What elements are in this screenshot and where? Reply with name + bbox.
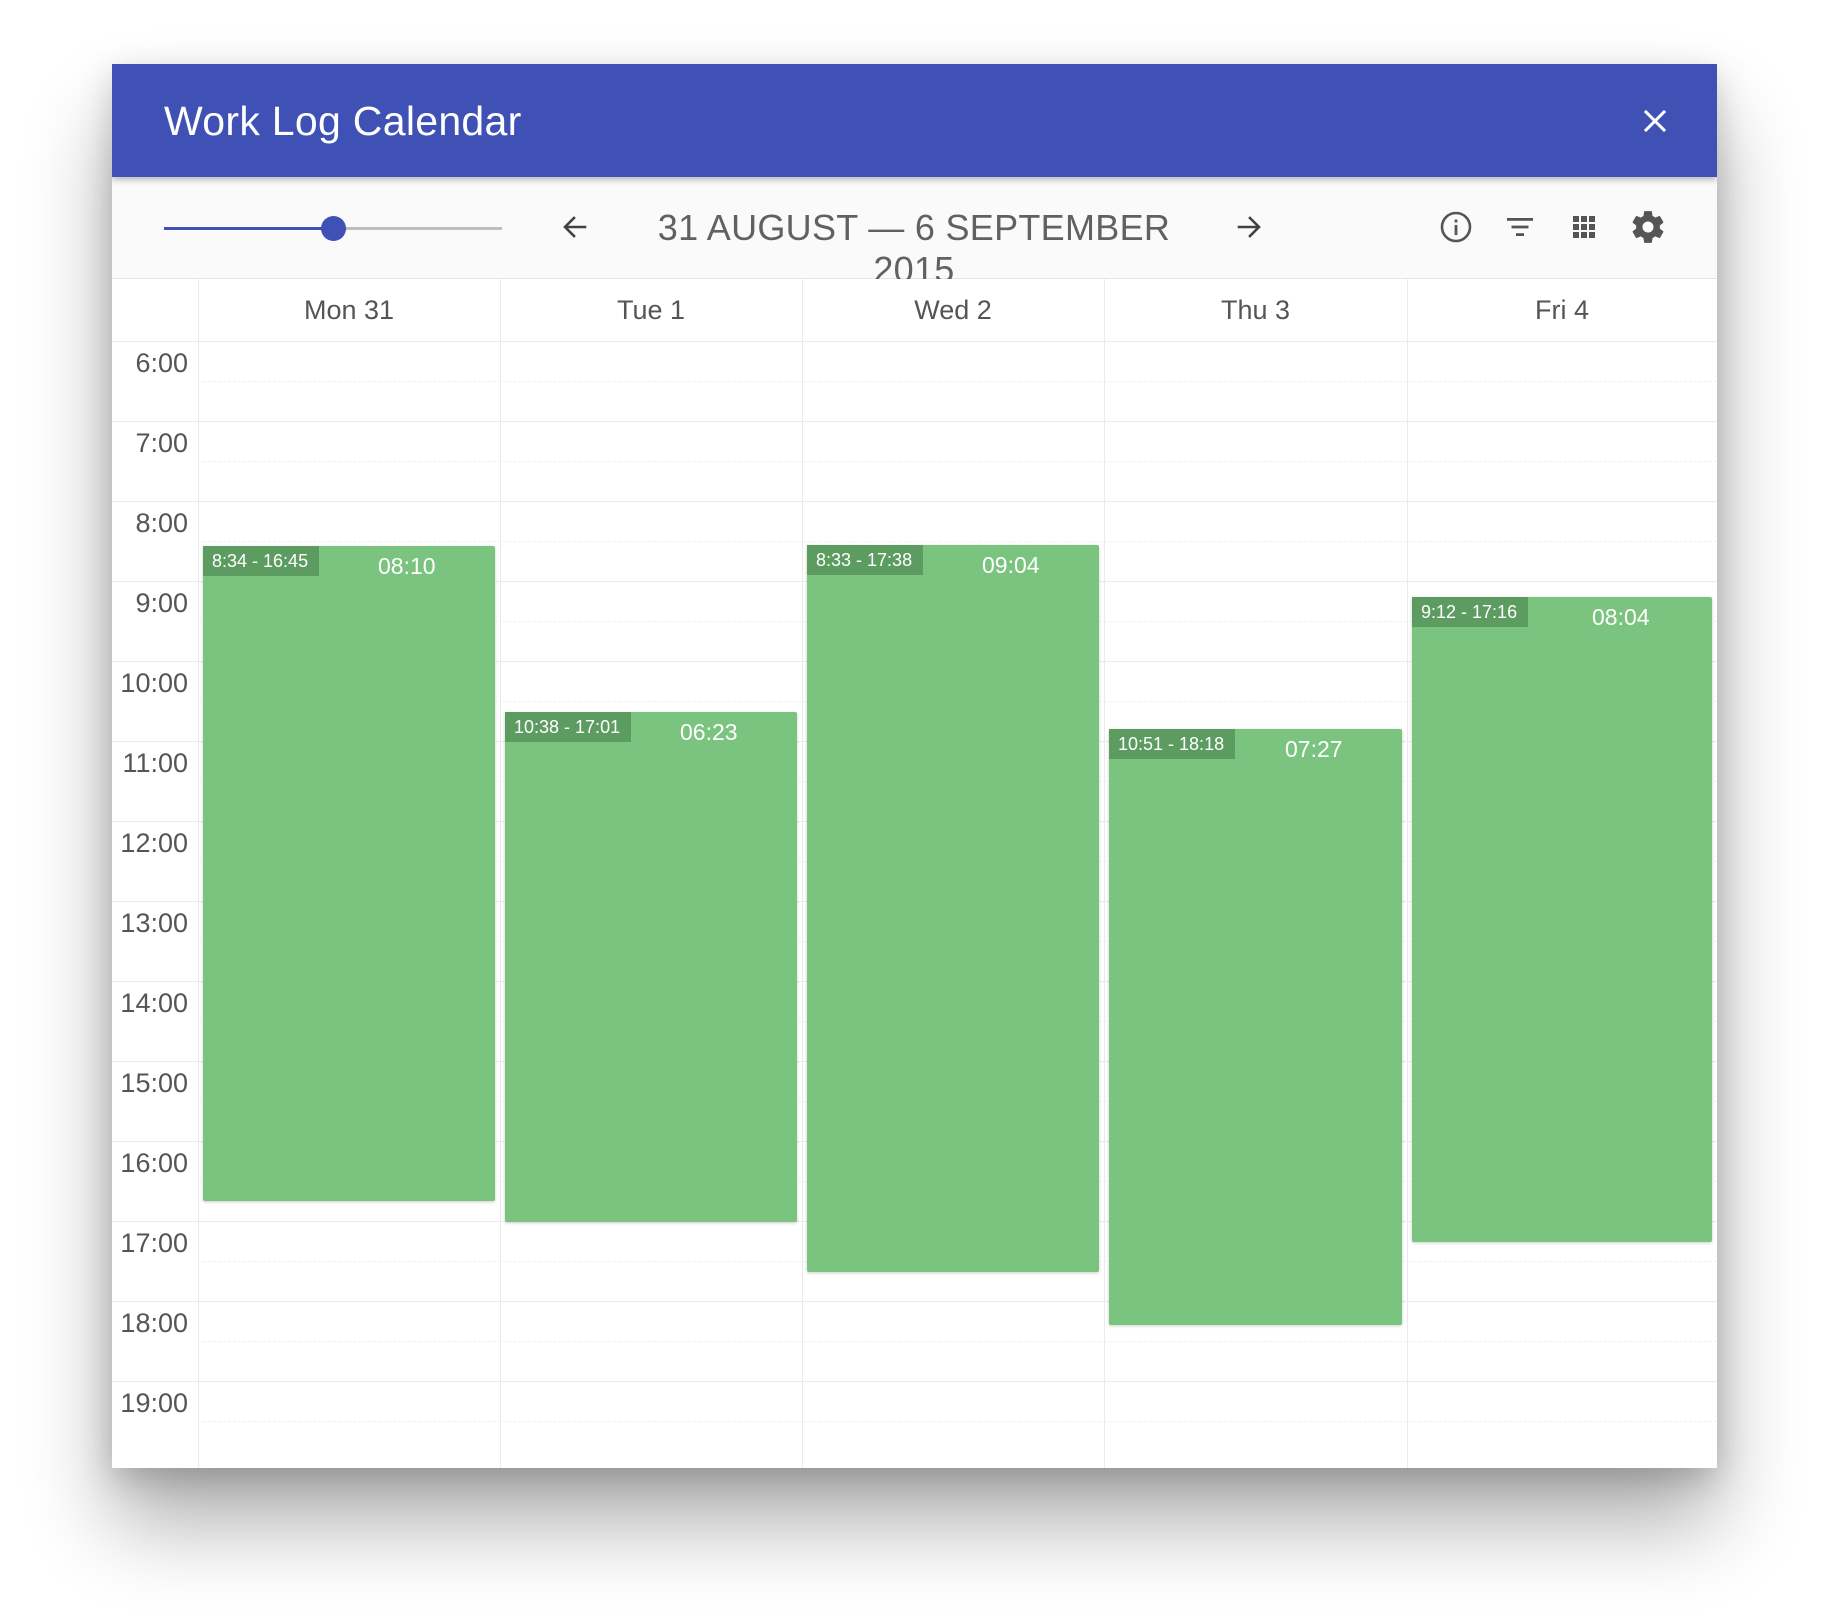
settings-icon [1632, 211, 1664, 243]
time-label: 18:00 [120, 1308, 188, 1338]
day-header[interactable]: Mon 31 [198, 279, 500, 341]
hour-line [112, 1381, 1717, 1382]
time-label: 12:00 [120, 828, 188, 858]
half-hour-line [198, 461, 1717, 462]
time-label: 15:00 [120, 1068, 188, 1098]
hour-line [112, 501, 1717, 502]
close-icon [1643, 109, 1667, 133]
event-time-range: 8:33 - 17:38 [807, 545, 924, 575]
work-log-event[interactable]: 10:51 - 18:18 07:27 [1109, 729, 1402, 1325]
day-header[interactable]: Wed 2 [802, 279, 1104, 341]
day-header[interactable]: Fri 4 [1407, 279, 1717, 341]
hour-line [112, 1301, 1717, 1302]
grid-view-button[interactable] [1565, 208, 1603, 246]
header-divider [112, 341, 1717, 342]
time-label: 13:00 [120, 908, 188, 938]
time-label: 8:00 [135, 508, 188, 538]
column-divider [1104, 279, 1105, 1468]
window-title: Work Log Calendar [164, 98, 522, 144]
title-bar: Work Log Calendar [112, 64, 1717, 177]
work-log-event[interactable]: 9:12 - 17:16 08:04 [1412, 597, 1712, 1243]
time-label: 10:00 [120, 668, 188, 698]
column-divider [1407, 279, 1408, 1468]
arrow-forward-icon [1237, 216, 1261, 238]
half-hour-line [198, 381, 1717, 382]
day-header[interactable]: Tue 1 [500, 279, 802, 341]
time-label: 6:00 [135, 348, 188, 378]
arrow-back-icon [563, 216, 587, 238]
previous-week-button[interactable] [555, 207, 595, 247]
slider-fill [164, 227, 333, 230]
event-duration: 07:27 [1285, 736, 1343, 762]
work-log-event[interactable]: 10:38 - 17:01 06:23 [505, 711, 797, 1223]
column-divider [500, 279, 501, 1468]
hour-line [112, 421, 1717, 422]
close-button[interactable] [1635, 101, 1675, 141]
zoom-slider[interactable] [164, 211, 502, 245]
grid-view-icon [1573, 216, 1595, 238]
half-hour-line [198, 1421, 1717, 1422]
time-label: 14:00 [120, 988, 188, 1018]
info-icon [1440, 211, 1472, 243]
toolbar: 31 AUGUST — 6 SEPTEMBER 2015 [112, 177, 1717, 290]
event-time-range: 10:38 - 17:01 [505, 711, 632, 742]
column-divider [198, 279, 199, 1468]
half-hour-line [198, 1341, 1717, 1342]
time-label: 17:00 [120, 1228, 188, 1258]
time-label: 19:00 [120, 1388, 188, 1418]
work-log-event[interactable]: 8:33 - 17:38 09:04 [807, 545, 1099, 1272]
time-label: 7:00 [135, 428, 188, 458]
day-header[interactable]: Thu 3 [1104, 279, 1407, 341]
work-log-window: Work Log Calendar 31 AUGUST — 6 SEPTEMBE… [112, 64, 1717, 1468]
filter-button[interactable] [1501, 208, 1539, 246]
event-duration: 08:04 [1592, 604, 1650, 630]
time-label: 11:00 [122, 748, 188, 778]
event-duration: 06:23 [680, 718, 738, 745]
next-week-button[interactable] [1229, 207, 1269, 247]
event-time-range: 10:51 - 18:18 [1109, 729, 1236, 759]
half-hour-line [198, 541, 1717, 542]
event-time-range: 8:34 - 16:45 [203, 546, 320, 577]
time-label: 16:00 [120, 1148, 188, 1178]
event-time-range: 9:12 - 17:16 [1412, 597, 1529, 627]
event-duration: 09:04 [982, 552, 1040, 578]
calendar-grid: 6:00 7:00 8:00 9:00 10:00 11:00 12:00 13:00 14:0… [112, 279, 1717, 1468]
time-label: 9:00 [135, 588, 188, 618]
slider-thumb[interactable] [321, 216, 346, 241]
settings-button[interactable] [1629, 208, 1667, 246]
filter-icon [1507, 218, 1533, 236]
event-duration: 08:10 [378, 553, 436, 580]
work-log-event[interactable]: 8:34 - 16:45 08:10 [203, 546, 495, 1201]
column-divider [802, 279, 803, 1468]
info-button[interactable] [1437, 208, 1475, 246]
